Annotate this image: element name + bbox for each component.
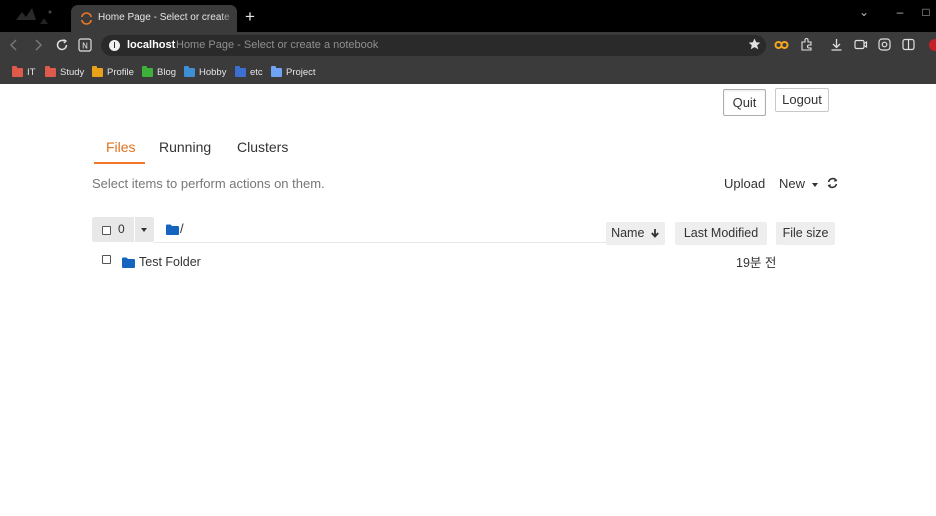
folder-icon: [271, 65, 282, 77]
tab-clusters[interactable]: Clusters: [237, 139, 288, 155]
select-menu-dropdown[interactable]: [135, 217, 154, 242]
folder-icon: [12, 65, 23, 77]
new-dropdown-button[interactable]: New: [779, 176, 818, 191]
bookmark-star-icon[interactable]: [747, 37, 762, 52]
tab-search-icon[interactable]: ⌄: [856, 4, 872, 20]
item-checkbox[interactable]: [102, 255, 111, 264]
bookmark-folder-blog[interactable]: Blog: [142, 65, 176, 78]
tab-running[interactable]: Running: [159, 139, 211, 155]
theme-decoration: [16, 8, 52, 24]
tab-files[interactable]: Files: [106, 139, 136, 155]
new-tab-button[interactable]: +: [242, 8, 258, 26]
download-icon[interactable]: [829, 37, 844, 52]
folder-icon: [45, 65, 56, 77]
side-panel-icon[interactable]: [901, 37, 916, 52]
reader-mode-icon[interactable]: N: [77, 37, 93, 53]
minimize-icon[interactable]: –: [892, 4, 908, 20]
address-page-title: Home Page - Select or create a notebook: [176, 39, 379, 51]
folder-icon: [122, 257, 135, 268]
sort-by-last-modified-button[interactable]: Last Modified: [675, 222, 767, 245]
list-header-divider: [154, 242, 606, 243]
select-all-checkbox[interactable]: [102, 226, 111, 235]
selected-count: 0: [118, 222, 125, 236]
browser-tab-strip: Home Page - Select or create a notebook …: [0, 0, 936, 32]
caret-down-icon: [811, 182, 818, 187]
bookmark-folder-hobby[interactable]: Hobby: [184, 65, 226, 78]
bookmark-folder-it[interactable]: IT: [12, 65, 35, 78]
folder-icon: [142, 65, 153, 77]
site-info-icon[interactable]: [109, 40, 120, 51]
breadcrumb[interactable]: /: [166, 222, 184, 236]
extensions-icon[interactable]: [799, 37, 814, 52]
browser-tab-active[interactable]: Home Page - Select or create a notebook: [71, 5, 237, 32]
bookmark-folder-study[interactable]: Study: [45, 65, 84, 78]
selection-hint: Select items to perform actions on them.: [92, 176, 325, 191]
new-button-label: New: [779, 176, 806, 191]
sort-by-file-size-button[interactable]: File size: [776, 222, 835, 245]
address-host: localhost: [127, 39, 176, 51]
maximize-icon[interactable]: □: [918, 4, 934, 20]
lens-icon[interactable]: [877, 37, 892, 52]
folder-icon: [92, 65, 103, 77]
item-name-link[interactable]: Test Folder: [139, 255, 201, 269]
folder-icon: [166, 224, 179, 235]
reload-icon[interactable]: [54, 37, 70, 53]
address-bar[interactable]: localhost Home Page - Select or create a…: [101, 35, 766, 56]
svg-text:N: N: [82, 42, 88, 51]
profile-avatar-icon[interactable]: [926, 36, 936, 54]
upload-button[interactable]: Upload: [724, 176, 765, 191]
sort-by-name-button[interactable]: Name: [606, 222, 665, 245]
item-last-modified: 19분 전: [736, 256, 777, 270]
folder-icon: [184, 65, 195, 77]
active-tab-indicator: [94, 162, 145, 164]
tab-title: Home Page - Select or create a notebook: [98, 12, 231, 23]
bookmark-folder-profile[interactable]: Profile: [92, 65, 134, 78]
bookmarks-bar: IT Study Profile Blog Hobby etc Project: [0, 59, 936, 84]
quit-button[interactable]: Quit: [723, 89, 766, 116]
browser-toolbar: N localhost Home Page - Select or create…: [0, 32, 936, 59]
jupyter-icon: [81, 12, 92, 25]
arrow-down-icon: [651, 229, 659, 238]
bookmark-folder-project[interactable]: Project: [271, 65, 316, 78]
breadcrumb-root[interactable]: /: [180, 222, 184, 236]
forward-icon[interactable]: [30, 37, 46, 53]
logout-button[interactable]: Logout: [775, 88, 829, 112]
screen-capture-icon[interactable]: [853, 37, 868, 52]
select-all-toggle[interactable]: 0: [92, 217, 134, 242]
folder-icon: [235, 65, 246, 77]
bookmark-folder-etc[interactable]: etc: [235, 65, 263, 78]
back-icon[interactable]: [6, 37, 22, 53]
name-column-label: Name: [611, 226, 645, 240]
extension-glasses-icon[interactable]: [774, 37, 789, 52]
caret-down-icon: [141, 228, 147, 232]
refresh-icon[interactable]: [826, 176, 839, 190]
